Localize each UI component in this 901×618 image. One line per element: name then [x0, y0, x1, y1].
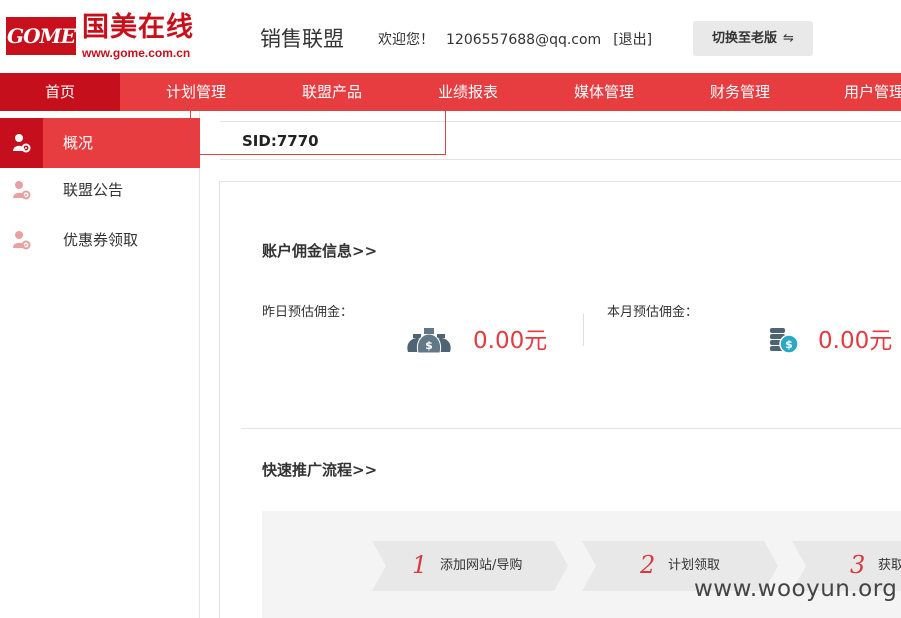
logo-chinese-name: 国美在线 [82, 12, 194, 43]
month-commission-label: 本月预估佣金： [607, 305, 699, 320]
section-divider [241, 428, 901, 429]
nav-plan-management[interactable]: 计划管理 [150, 73, 242, 111]
switch-old-version-button[interactable]: 切换至老版 ⇋ [693, 21, 813, 56]
switch-label: 切换至老版 [712, 31, 778, 46]
logo-url: www.gome.com.cn [82, 46, 191, 60]
user-gear-icon [0, 118, 43, 168]
month-commission-value: 0.00元 [818, 328, 893, 354]
logo-mark: GOME [6, 17, 76, 55]
sidebar-item-coupons[interactable]: 优惠券领取 [0, 215, 200, 265]
flow-step-number: 2 [640, 551, 656, 579]
nav-user-management[interactable]: 用户管理 [830, 73, 901, 111]
user-gear-icon [0, 215, 43, 265]
gome-logo[interactable]: GOME 国美在线 www.gome.com.cn [0, 0, 234, 73]
nav-home[interactable]: 首页 [0, 73, 120, 111]
sidebar-item-label: 联盟公告 [63, 181, 124, 199]
main-nav: 首页 计划管理 联盟产品 业绩报表 媒体管理 财务管理 用户管理 [0, 73, 901, 111]
watermark: www.wooyun.org [694, 576, 898, 602]
site-title: 销售联盟 [260, 27, 344, 51]
sid-bar: SID:7770 [220, 121, 901, 160]
nav-media-management[interactable]: 媒体管理 [558, 73, 650, 111]
commission-section-title[interactable]: 账户佣金信息>> [262, 241, 377, 261]
flow-step-number: 1 [412, 551, 428, 579]
nav-finance-management[interactable]: 财务管理 [694, 73, 786, 111]
welcome-text: 欢迎您！ [378, 32, 434, 48]
switch-arrows-icon: ⇋ [783, 31, 794, 46]
user-email: 1206557688@qq.com [446, 32, 602, 48]
nav-alliance-products[interactable]: 联盟产品 [286, 73, 378, 111]
flow-step-label: 计划领取 [668, 558, 721, 573]
flow-step-label: 添加网站/导购 [440, 558, 523, 573]
user-gear-icon [0, 165, 43, 215]
commission-divider [583, 314, 584, 346]
nav-performance-reports[interactable]: 业绩报表 [422, 73, 514, 111]
sidebar-item-label: 优惠券领取 [63, 231, 139, 249]
header: GOME 国美在线 www.gome.com.cn 销售联盟 欢迎您！ 12065… [0, 0, 901, 73]
flow-step-label: 获取 [878, 558, 901, 573]
coin-stack-icon: $ [770, 328, 799, 354]
yesterday-commission-value: 0.00元 [473, 328, 548, 354]
sidebar-item-announcements[interactable]: 联盟公告 [0, 165, 200, 215]
flow-section-title[interactable]: 快速推广流程>> [262, 460, 377, 480]
flow-step-add-site[interactable]: 1 添加网站/导购 [372, 541, 568, 591]
money-bags-icon: $ [407, 328, 451, 354]
sidebar-item-label: 概况 [63, 134, 94, 152]
logout-link[interactable]: [退出] [613, 32, 652, 48]
svg-text:$: $ [425, 339, 433, 352]
sidebar-item-overview[interactable]: 概况 [0, 118, 200, 168]
sidebar: 概况 联盟公告 优惠券领取 [0, 111, 200, 618]
svg-text:$: $ [785, 338, 793, 351]
welcome-bar: 欢迎您！ 1206557688@qq.com [退出] [378, 31, 652, 49]
yesterday-commission-label: 昨日预估佣金： [262, 305, 354, 320]
sid-value: SID:7770 [242, 132, 319, 150]
